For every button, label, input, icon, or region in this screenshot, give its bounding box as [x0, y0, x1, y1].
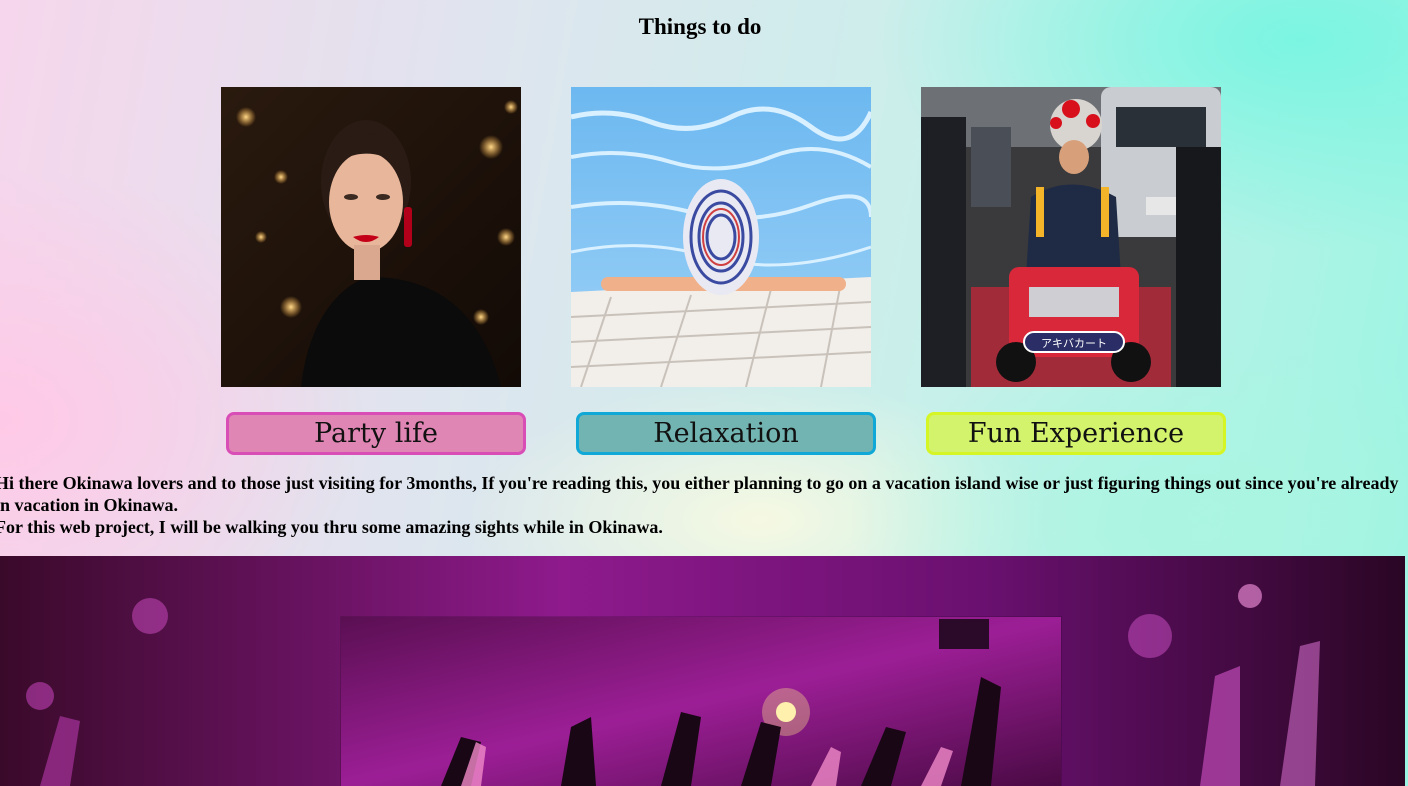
- relaxation-image: [571, 87, 871, 387]
- page-title: Things to do: [638, 14, 762, 39]
- intro-paragraph-1: Hi there Okinawa lovers and to those jus…: [0, 473, 1399, 515]
- concert-crowd-image: [341, 617, 1061, 786]
- kart-sign-text: アキバカート: [1041, 337, 1107, 350]
- intro-paragraph-2: For this web project, I will be walking …: [0, 517, 663, 537]
- intro-text: Hi there Okinawa lovers and to those jus…: [0, 472, 1400, 538]
- fun-experience-button[interactable]: Fun Experience: [926, 412, 1226, 455]
- party-life-button[interactable]: Party life: [226, 412, 526, 455]
- relaxation-button[interactable]: Relaxation: [576, 412, 876, 455]
- fun-experience-image: アキバカート: [921, 87, 1221, 387]
- party-life-image: [221, 87, 521, 387]
